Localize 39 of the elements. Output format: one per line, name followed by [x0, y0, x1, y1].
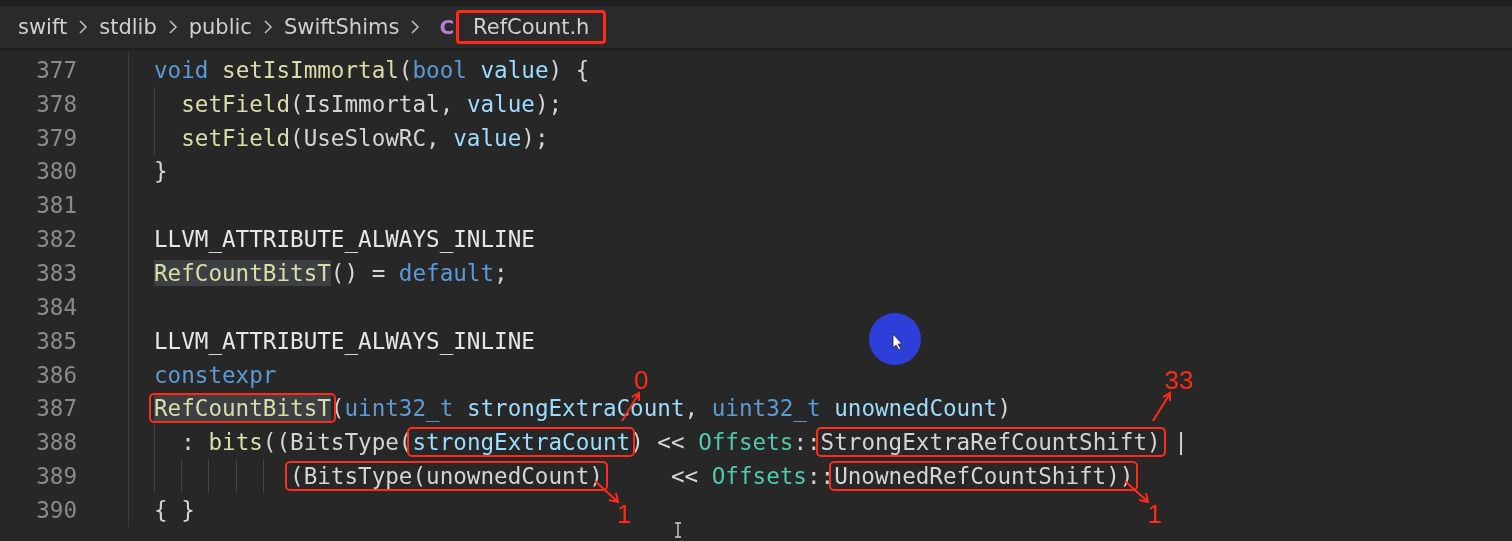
code-line: (BitsType(unownedCount) << Offsets::UnownedRefCountShift)) — [289, 463, 1134, 490]
code-line: LLVM_ATTRIBUTE_ALWAYS_INLINE — [154, 327, 535, 354]
breadcrumb-item[interactable]: public — [188, 15, 252, 39]
breadcrumb-item[interactable]: stdlib — [99, 15, 157, 39]
chevron-icon — [77, 18, 90, 36]
line-number: 388 — [35, 429, 77, 456]
line-number: 386 — [35, 361, 77, 388]
line-number: 389 — [35, 463, 77, 490]
breadcrumb-item[interactable]: swift — [18, 15, 68, 39]
file-type-icon: C — [439, 15, 455, 39]
line-number: 381 — [35, 192, 77, 219]
line-number: 383 — [35, 260, 77, 286]
line-number: 385 — [35, 327, 77, 354]
annotation-label: 33 — [1164, 367, 1194, 394]
line-number: 380 — [35, 158, 77, 185]
line-number: 379 — [35, 124, 77, 151]
breadcrumb-item[interactable]: SwiftShims — [283, 15, 400, 39]
code-line: LLVM_ATTRIBUTE_ALWAYS_INLINE — [154, 226, 535, 253]
line-number: 384 — [35, 293, 77, 320]
breadcrumb-file[interactable]: RefCount.h — [456, 10, 607, 44]
annotation-label: 1 — [616, 501, 632, 528]
cursor-highlight-icon — [868, 312, 922, 366]
code-line: setField(UseSlowRC, value); — [180, 124, 549, 151]
line-number: 387 — [35, 395, 77, 422]
code-line: constexpr — [154, 361, 277, 388]
line-number: 382 — [35, 226, 77, 253]
text-cursor-icon — [673, 522, 683, 538]
annotation-label: 1 — [1147, 501, 1162, 528]
code-line: void setIsImmortal(bool value) { — [154, 56, 590, 83]
chevron-icon — [166, 18, 179, 36]
chevron-icon — [261, 18, 274, 36]
code-line: setField(IsImmortal, value); — [180, 90, 563, 117]
annotation-label: 0 — [634, 367, 649, 394]
chevron-icon — [409, 18, 422, 36]
code-line: { } — [154, 496, 195, 523]
line-number: 377 — [35, 56, 77, 83]
line-number: 378 — [35, 90, 77, 117]
line-number: 390 — [35, 496, 77, 523]
code-line: } — [154, 158, 168, 185]
